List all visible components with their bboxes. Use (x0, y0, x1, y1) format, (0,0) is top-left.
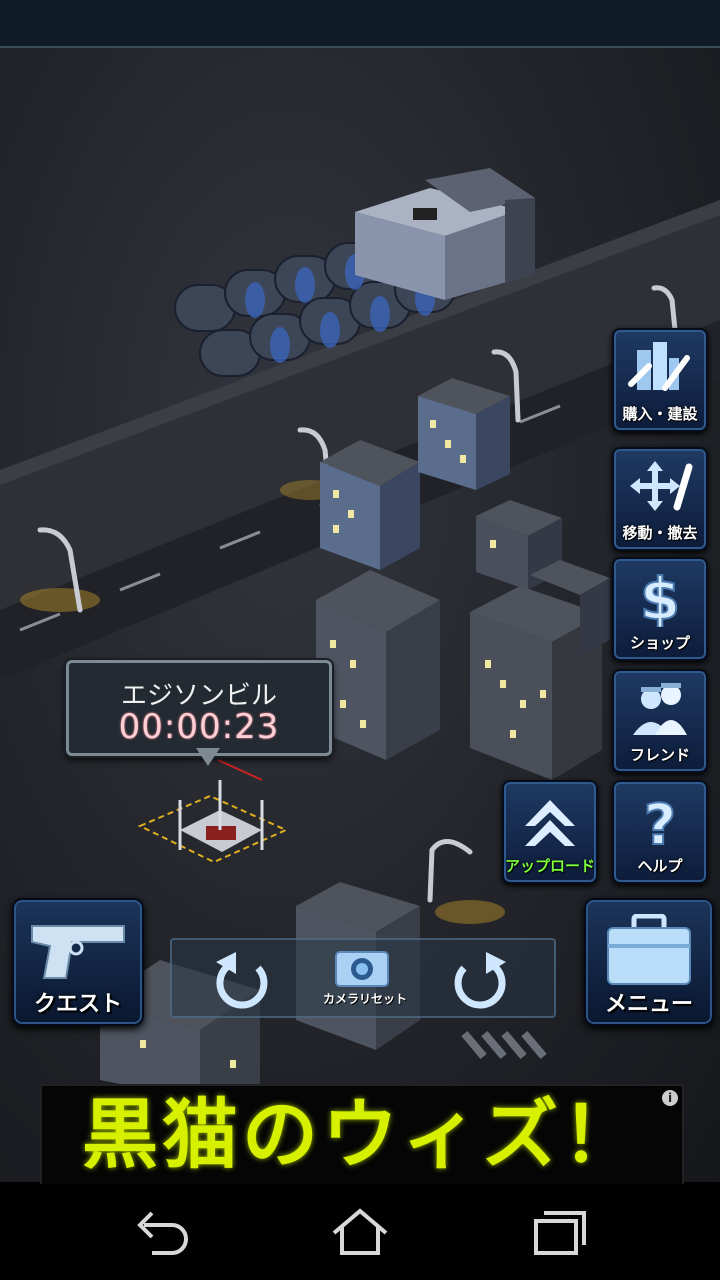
system-nav-bar (0, 1184, 720, 1280)
pistol-icon (28, 916, 128, 990)
menu-label: メニュー (604, 992, 693, 1017)
upload-chevrons-icon (504, 788, 596, 852)
buy-build-label: 購入・建設 (622, 405, 698, 423)
rotate-left-button[interactable] (208, 948, 274, 1018)
friends-icon (614, 677, 706, 741)
help-button[interactable]: ? ヘルプ (612, 780, 708, 884)
svg-text:$: $ (640, 567, 680, 627)
upload-button[interactable]: アップロード (502, 780, 598, 884)
camera-icon (335, 951, 389, 987)
rotate-right-icon (454, 952, 506, 1009)
rotate-right-button[interactable] (448, 948, 514, 1018)
menu-button[interactable]: メニュー (584, 898, 714, 1026)
question-mark-icon: ? (614, 788, 706, 852)
ad-info-icon[interactable]: i (662, 1090, 678, 1106)
camera-control-bar: カメラリセット (170, 938, 556, 1018)
friend-label: フレンド (629, 746, 690, 764)
recent-apps-button[interactable] (530, 1202, 590, 1262)
back-button[interactable] (130, 1202, 190, 1262)
timer-pointer (196, 748, 220, 766)
friend-button[interactable]: フレンド (612, 669, 708, 773)
buy-build-button[interactable]: 購入・建設 (612, 328, 708, 432)
quest-button[interactable]: クエスト (12, 898, 144, 1026)
move-arrows-icon (614, 455, 706, 519)
svg-text:?: ? (644, 793, 676, 850)
rotate-left-icon (216, 952, 268, 1009)
shop-button[interactable]: $ ショップ (612, 557, 708, 661)
recent-apps-icon (534, 1211, 586, 1255)
camera-reset-button[interactable] (332, 946, 392, 992)
move-remove-label: 移動・撤去 (622, 524, 698, 542)
shop-label: ショップ (629, 634, 690, 652)
help-label: ヘルプ (637, 857, 683, 875)
buildings-tools-icon (614, 336, 706, 400)
dollar-icon: $ (614, 565, 706, 629)
quest-label: クエスト (33, 992, 122, 1017)
back-icon (137, 1211, 188, 1255)
home-icon (332, 1208, 388, 1255)
status-bar (0, 0, 720, 48)
remaining-time: 00:00:23 (118, 707, 280, 747)
ad-text: 黒猫のウィズ！ (82, 1090, 642, 1179)
camera-reset-label: カメラリセット (322, 992, 407, 1006)
home-button[interactable] (330, 1202, 390, 1262)
construction-timer[interactable]: エジソンビル 00:00:23 (66, 660, 332, 756)
move-remove-button[interactable]: 移動・撤去 (612, 447, 708, 551)
briefcase-icon (604, 913, 694, 990)
upload-label: アップロード (504, 857, 595, 875)
ad-banner[interactable]: 黒猫のウィズ！ i (40, 1084, 684, 1186)
